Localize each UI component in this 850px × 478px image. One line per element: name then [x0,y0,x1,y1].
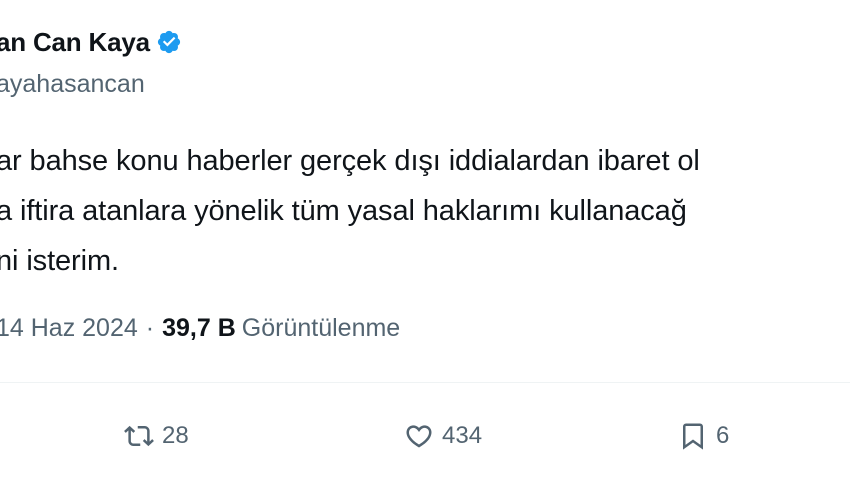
views-label: Görüntülenme [241,314,401,342]
retweet-button[interactable]: 28 [124,412,189,460]
tweet-header: an Can Kaya ayahasancan [0,24,182,104]
retweet-icon [124,425,154,447]
bookmark-count: 6 [716,422,730,449]
tweet-date[interactable]: 14 Haz 2024 [0,314,138,343]
bookmark-button[interactable]: 6 [678,412,729,460]
author-display-name[interactable]: an Can Kaya [0,27,150,58]
tweet-meta: 14 Haz 2024 · 39,7 B Görüntülenme [0,314,400,343]
meta-separator: · [145,314,155,342]
like-button[interactable]: 434 [404,412,482,460]
verified-badge-icon [156,29,182,55]
tweet-text-line: a iftira atanlara yönelik tüm yasal hakl… [0,195,687,227]
tweet-text-line: ar bahse konu haberler gerçek dışı iddia… [0,145,700,177]
tweet-actions-bar: 28 434 6 [0,412,850,460]
bookmark-icon [683,423,703,450]
tweet-text-line: ni isterim. [0,245,119,277]
tweet-text: ar bahse konu haberler gerçek dışı iddia… [0,136,850,286]
tweet-detail: an Can Kaya ayahasancan ar bahse konu ha… [0,0,850,478]
author-name-row[interactable]: an Can Kaya [0,24,182,60]
author-handle[interactable]: ayahasancan [0,70,182,99]
like-count: 434 [442,422,483,449]
views-count: 39,7 B [162,314,236,342]
retweet-count: 28 [162,422,189,449]
divider [0,382,850,383]
heart-icon [406,425,432,448]
